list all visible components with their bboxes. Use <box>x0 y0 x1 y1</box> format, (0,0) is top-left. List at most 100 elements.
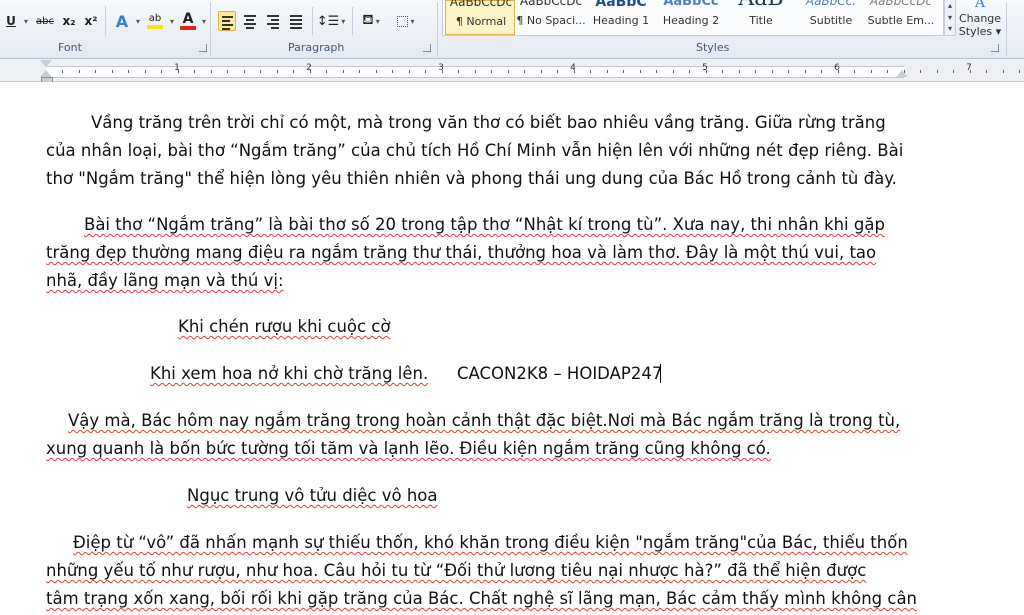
highlight-dropdown[interactable]: ▾ <box>166 10 176 32</box>
watermark-text: CACON2K8 – HOIDAP247 <box>457 364 663 383</box>
ribbon: U ▾ abc x₂ x² A ▾ ab ▾ A ▾ Font ↕☰ ▾ ⛾ ▾ ▾… <box>0 0 1024 59</box>
paragraph-3-line-1: Vậy mà, Bác hôm nay ngắm trăng trong hoà… <box>68 411 901 430</box>
right-indent-marker[interactable] <box>896 70 908 77</box>
ruler-tick <box>409 70 410 73</box>
first-line-indent-marker[interactable] <box>40 60 52 67</box>
styles-dialog-launcher[interactable] <box>991 44 999 52</box>
superscript-button[interactable]: x² <box>82 10 100 32</box>
font-color-button[interactable]: A <box>178 10 198 32</box>
font-color-dropdown[interactable]: ▾ <box>198 10 208 32</box>
verse-line-2: Khi xem hoa nở khi chờ trăng lên. <box>150 364 429 383</box>
paragraph-1-line-1: Vầng trăng trên trời chỉ có một, mà tron… <box>91 113 886 132</box>
divider <box>210 2 211 56</box>
ruler-tick <box>425 70 426 73</box>
verse-line-1: Khi chén rượu khi cuộc cờ <box>178 317 391 336</box>
styles-group-label: Styles <box>696 41 730 54</box>
style-subtle-emphasis[interactable]: AaBbCcDc Subtle Em... <box>866 0 936 35</box>
ruler-tick <box>293 70 294 73</box>
underline-dropdown[interactable]: ▾ <box>20 10 30 32</box>
subscript-button[interactable]: x₂ <box>60 10 78 32</box>
ruler-tick <box>128 70 129 73</box>
scroll-down-icon[interactable]: ▾ <box>945 12 955 24</box>
ruler-tick <box>640 70 641 73</box>
style-title[interactable]: AaB Title <box>726 0 796 35</box>
ruler-number: 3 <box>438 63 444 73</box>
underline-button[interactable]: U <box>2 10 20 32</box>
paragraph-1-line-3: thơ "Ngắm trăng" thể hiện lòng yêu thiên… <box>46 169 897 188</box>
ruler-tick <box>937 70 938 73</box>
highlighter-icon: ab <box>148 13 162 24</box>
chevron-down-icon: ▾ <box>375 16 380 26</box>
ruler-number: 7 <box>966 63 972 73</box>
ruler-tick <box>244 70 245 73</box>
style-heading-1[interactable]: AaBbC Heading 1 <box>586 0 656 35</box>
ruler-tick <box>508 70 509 73</box>
ruler-number: 1 <box>174 63 180 73</box>
shading-button[interactable]: ⛾ ▾ <box>358 10 384 32</box>
scroll-up-icon[interactable]: ▴ <box>945 0 955 12</box>
paragraph-3-line-2: xung quanh là bốn bức tường tối tăm và l… <box>46 439 771 458</box>
highlight-button[interactable]: ab <box>144 10 166 32</box>
ruler-tick <box>458 70 459 73</box>
ruler-tick <box>359 70 360 73</box>
verse-line-3: Ngục trung vô tửu diệc vô hoa <box>187 486 438 505</box>
ruler-tick <box>541 70 542 73</box>
strikethrough-button[interactable]: abc <box>34 10 56 32</box>
paint-bucket-icon: ⛾ <box>362 12 374 28</box>
align-left-button[interactable] <box>218 11 236 31</box>
ruler-number: 4 <box>570 63 576 73</box>
styles-gallery-scroll[interactable]: ▴ ▾ ▾ <box>944 0 956 36</box>
style-subtitle[interactable]: AaBbCc. Subtitle <box>796 0 866 35</box>
text-effects-button[interactable]: A <box>112 10 132 32</box>
ruler-tick <box>673 70 674 73</box>
text-cursor <box>660 364 661 383</box>
ruler-tick <box>145 70 146 73</box>
ruler-tick <box>821 70 822 73</box>
paragraph-4-line-3: tâm trạng xốn xang, bối rối khi gặp trăn… <box>46 589 918 608</box>
divider <box>352 7 353 35</box>
ruler-tick <box>227 70 228 73</box>
ruler-number: 5 <box>702 63 708 73</box>
change-styles-icon: A <box>974 0 986 11</box>
divider <box>437 2 438 56</box>
divider <box>312 7 313 35</box>
ruler-tick <box>376 70 377 73</box>
chevron-down-icon: ▾ <box>169 16 174 26</box>
ruler-tick <box>326 70 327 73</box>
chevron-down-icon: ▾ <box>135 16 140 26</box>
ruler-tick <box>788 70 789 73</box>
ruler-tick <box>491 70 492 73</box>
font-group-label: Font <box>58 41 82 54</box>
expand-gallery-icon[interactable]: ▾ <box>945 24 955 36</box>
line-spacing-button[interactable]: ↕☰ ▾ <box>317 10 346 32</box>
divider <box>105 6 106 36</box>
align-right-button[interactable] <box>264 11 282 31</box>
ruler-tick <box>739 70 740 73</box>
hanging-indent-marker[interactable] <box>40 70 52 77</box>
ruler-tick <box>343 70 344 73</box>
ruler-tick <box>920 70 921 73</box>
ruler-tick <box>95 70 96 73</box>
text-effects-dropdown[interactable]: ▾ <box>132 10 142 32</box>
ruler-tick <box>986 70 987 73</box>
paragraph-dialog-launcher[interactable] <box>423 44 431 52</box>
paragraph-2-line-3: nhã, đầy lãng mạn và thú vị: <box>46 271 284 290</box>
styles-gallery: AaBbCcDc ¶ Normal AaBbCcDc ¶ No Spaci...… <box>442 0 944 36</box>
font-dialog-launcher[interactable] <box>199 44 207 52</box>
align-center-button[interactable] <box>241 11 259 31</box>
style-heading-2[interactable]: AaBbCc Heading 2 <box>656 0 726 35</box>
ruler-tick <box>194 70 195 73</box>
paragraph-1-line-2: của nhân loại, bài thơ “Ngắm trăng” của … <box>46 141 904 160</box>
style-normal[interactable]: AaBbCcDc ¶ Normal <box>445 0 515 35</box>
borders-button[interactable]: ▾ <box>392 10 420 32</box>
justify-button[interactable] <box>287 11 305 31</box>
ruler-tick <box>904 70 905 73</box>
paragraph-4-line-2: những yếu tố như rượu, như hoa. Câu hỏi … <box>46 561 867 580</box>
ruler-number: 6 <box>834 63 840 73</box>
style-no-spacing[interactable]: AaBbCcDc ¶ No Spaci... <box>516 0 586 35</box>
change-styles-button[interactable]: A Change Styles ▾ <box>957 0 1003 40</box>
ruler-tick <box>772 70 773 73</box>
ruler-tick <box>392 70 393 73</box>
ruler-tick <box>854 70 855 73</box>
ruler-tick <box>475 70 476 73</box>
